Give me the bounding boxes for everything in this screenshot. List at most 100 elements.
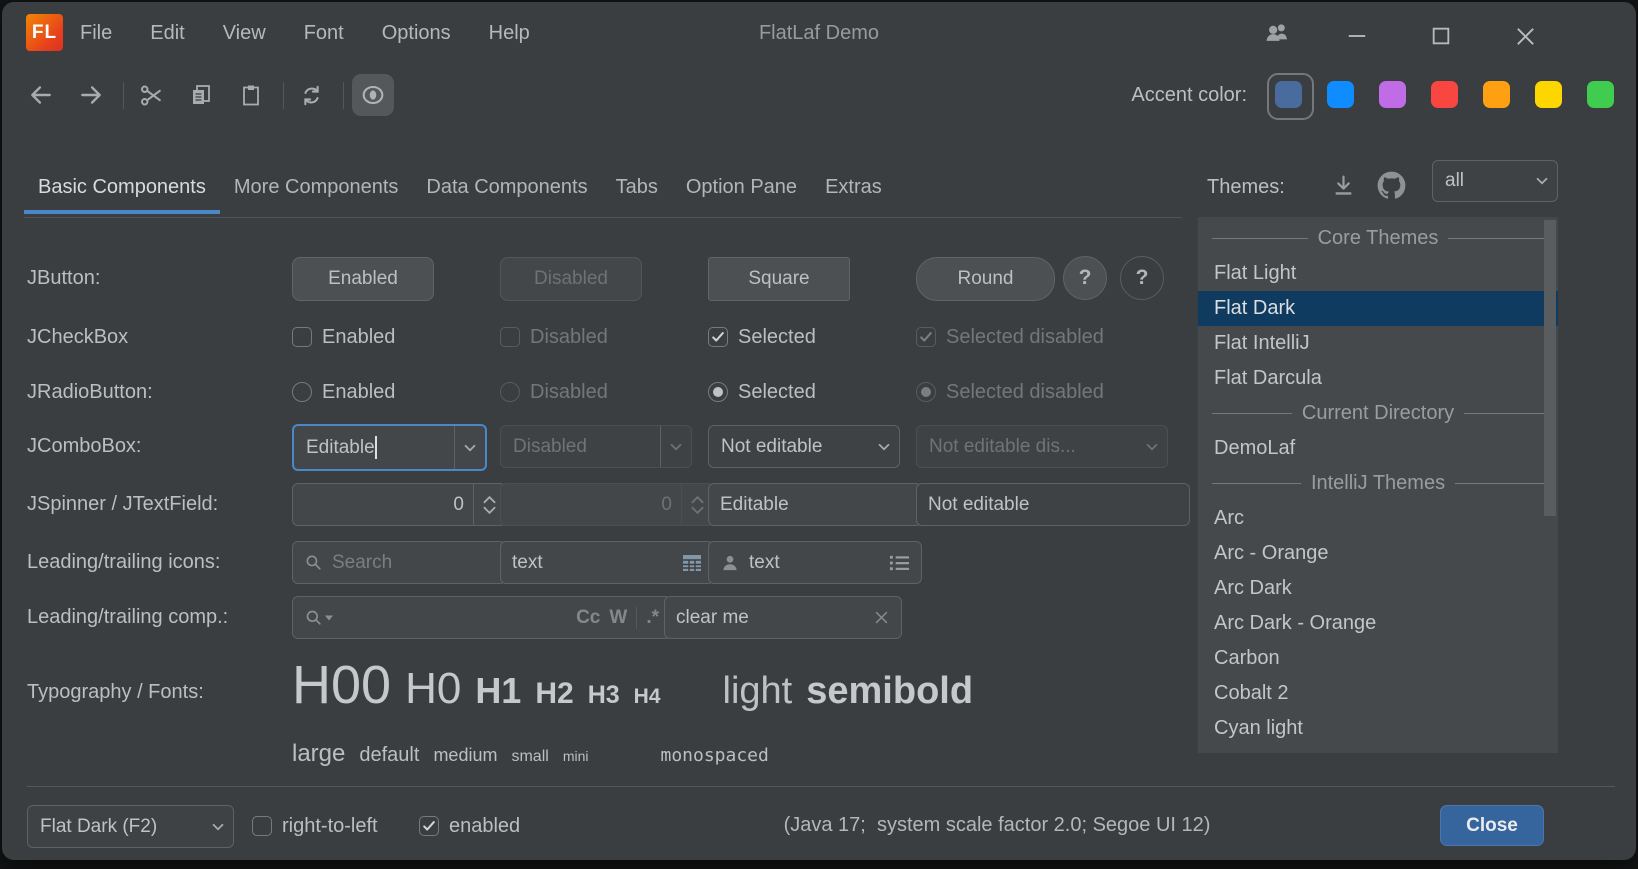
tab-basic-components[interactable]: Basic Components [24,160,220,214]
text-caret [375,436,377,459]
checkbox-selected[interactable]: Selected [708,324,816,350]
menu-file[interactable]: File [80,22,112,45]
chevron-down-icon [324,614,334,622]
download-themes-button[interactable] [1326,168,1360,202]
minimize-button[interactable] [1340,19,1374,53]
clearable-field[interactable]: clear me [664,596,902,639]
text-field-person-list[interactable]: text [708,541,922,584]
editable-textfield[interactable]: Editable [708,483,922,526]
spinner[interactable]: 0 [292,483,506,526]
accent-swatch-yellow[interactable] [1535,81,1562,108]
theme-item-arc-dark[interactable]: Arc Dark [1198,571,1558,606]
noneditable-combobox[interactable]: Not editable [708,425,900,468]
accent-swatch-red[interactable] [1431,81,1458,108]
right-to-left-checkbox[interactable]: right-to-left [252,813,378,839]
tabs-separator-line [24,217,1182,218]
theme-item-dark-flat[interactable]: Dark Flat [1198,746,1558,753]
list-icon[interactable] [889,554,910,572]
themes-list: Core Themes Flat Light Flat Dark Flat In… [1198,217,1558,753]
noneditable-disabled-combobox: Not editable dis... [916,425,1168,468]
round-button[interactable]: Round [916,257,1055,301]
theme-item-flat-light[interactable]: Flat Light [1198,256,1558,291]
menu-view[interactable]: View [223,22,266,45]
close-window-button[interactable] [1508,19,1542,53]
radio-selected[interactable]: Selected [708,379,816,405]
search-menu-button[interactable] [304,608,334,628]
maximize-button[interactable] [1424,19,1458,53]
theme-item-demolaf[interactable]: DemoLaf [1198,431,1558,466]
leading-comp-row-label: Leading/trailing comp.: [27,596,228,638]
checkbox-icon [500,327,520,347]
theme-item-arc[interactable]: Arc [1198,501,1558,536]
text-field-table-icon[interactable]: text [500,541,714,584]
cut-button[interactable] [130,74,172,116]
accent-swatch-green[interactable] [1587,81,1614,108]
tab-option-pane[interactable]: Option Pane [672,160,811,214]
chevron-down-icon[interactable] [454,426,485,469]
search-placeholder: Search [332,552,392,574]
menu-help[interactable]: Help [489,22,530,45]
themes-filter-combobox[interactable]: all [1432,160,1558,202]
back-button[interactable] [20,74,62,116]
tab-tabs[interactable]: Tabs [602,160,672,214]
theme-item-arc-dark-orange[interactable]: Arc Dark - Orange [1198,606,1558,641]
accent-swatch-blue-gray[interactable] [1275,81,1302,108]
radio-enabled[interactable]: Enabled [292,379,395,405]
theme-item-cobalt-2[interactable]: Cobalt 2 [1198,676,1558,711]
square-button[interactable]: Square [708,257,850,301]
clear-icon[interactable] [873,609,890,626]
tab-extras[interactable]: Extras [811,160,896,214]
accent-swatch-orange[interactable] [1483,81,1510,108]
theme-item-arc-orange[interactable]: Arc - Orange [1198,536,1558,571]
enabled-button[interactable]: Enabled [292,257,434,301]
checkbox-enabled[interactable]: Enabled [292,324,395,350]
theme-item-flat-intellij[interactable]: Flat IntelliJ [1198,326,1558,361]
laf-combobox[interactable]: Flat Dark (F2) [27,805,234,848]
disabled-button: Disabled [500,257,642,301]
laf-combobox-value: Flat Dark (F2) [28,816,203,838]
textfield-value: text [512,552,673,574]
theme-item-flat-dark[interactable]: Flat Dark [1198,291,1558,326]
large-sample: large [292,740,345,768]
whole-word-button[interactable]: W [609,607,627,629]
semibold-weight-sample: semibold [806,670,973,713]
tab-data-components[interactable]: Data Components [412,160,601,214]
search-field[interactable]: Search [292,541,506,584]
enabled-checkbox[interactable]: enabled [419,813,520,839]
typography-styles: large default medium small mini monospac… [292,740,769,768]
users-icon[interactable] [1260,16,1294,50]
accent-swatch-purple[interactable] [1379,81,1406,108]
accent-swatch-blue[interactable] [1327,81,1354,108]
show-hidden-toggle[interactable] [352,74,394,116]
app-window: FL File Edit View Font Options Help Flat… [2,2,1636,860]
editable-combobox[interactable]: Editable [292,424,487,471]
copy-button[interactable] [180,74,222,116]
table-icon[interactable] [682,554,702,572]
menu-edit[interactable]: Edit [150,22,184,45]
menu-font[interactable]: Font [304,22,344,45]
theme-item-flat-darcula[interactable]: Flat Darcula [1198,361,1558,396]
typography-sizes: H00 H0 H1 H2 H3 H4 light semibold [292,654,973,716]
match-case-button[interactable]: Cc [576,607,600,629]
themes-scrollbar[interactable] [1544,220,1556,750]
refresh-button[interactable] [290,74,332,116]
theme-item-carbon[interactable]: Carbon [1198,641,1558,676]
help-button[interactable]: ? [1063,256,1107,300]
textfield-value: text [749,552,880,574]
close-button[interactable]: Close [1440,805,1544,846]
statusbar-separator [27,786,1615,787]
menu-options[interactable]: Options [382,22,451,45]
search-comp-field[interactable]: Cc W .* [292,596,671,639]
person-icon [720,553,740,573]
jspinner-row-label: JSpinner / JTextField: [27,483,218,525]
help-button-outline[interactable]: ? [1120,256,1164,300]
tab-more-components[interactable]: More Components [220,160,413,214]
paste-button[interactable] [230,74,272,116]
github-button[interactable] [1374,168,1408,202]
scrollbar-thumb[interactable] [1544,220,1556,516]
textfield-value: Editable [720,494,789,516]
theme-item-cyan-light[interactable]: Cyan light [1198,711,1558,746]
forward-button[interactable] [70,74,112,116]
regex-button[interactable]: .* [646,607,659,629]
download-icon [1331,173,1356,198]
